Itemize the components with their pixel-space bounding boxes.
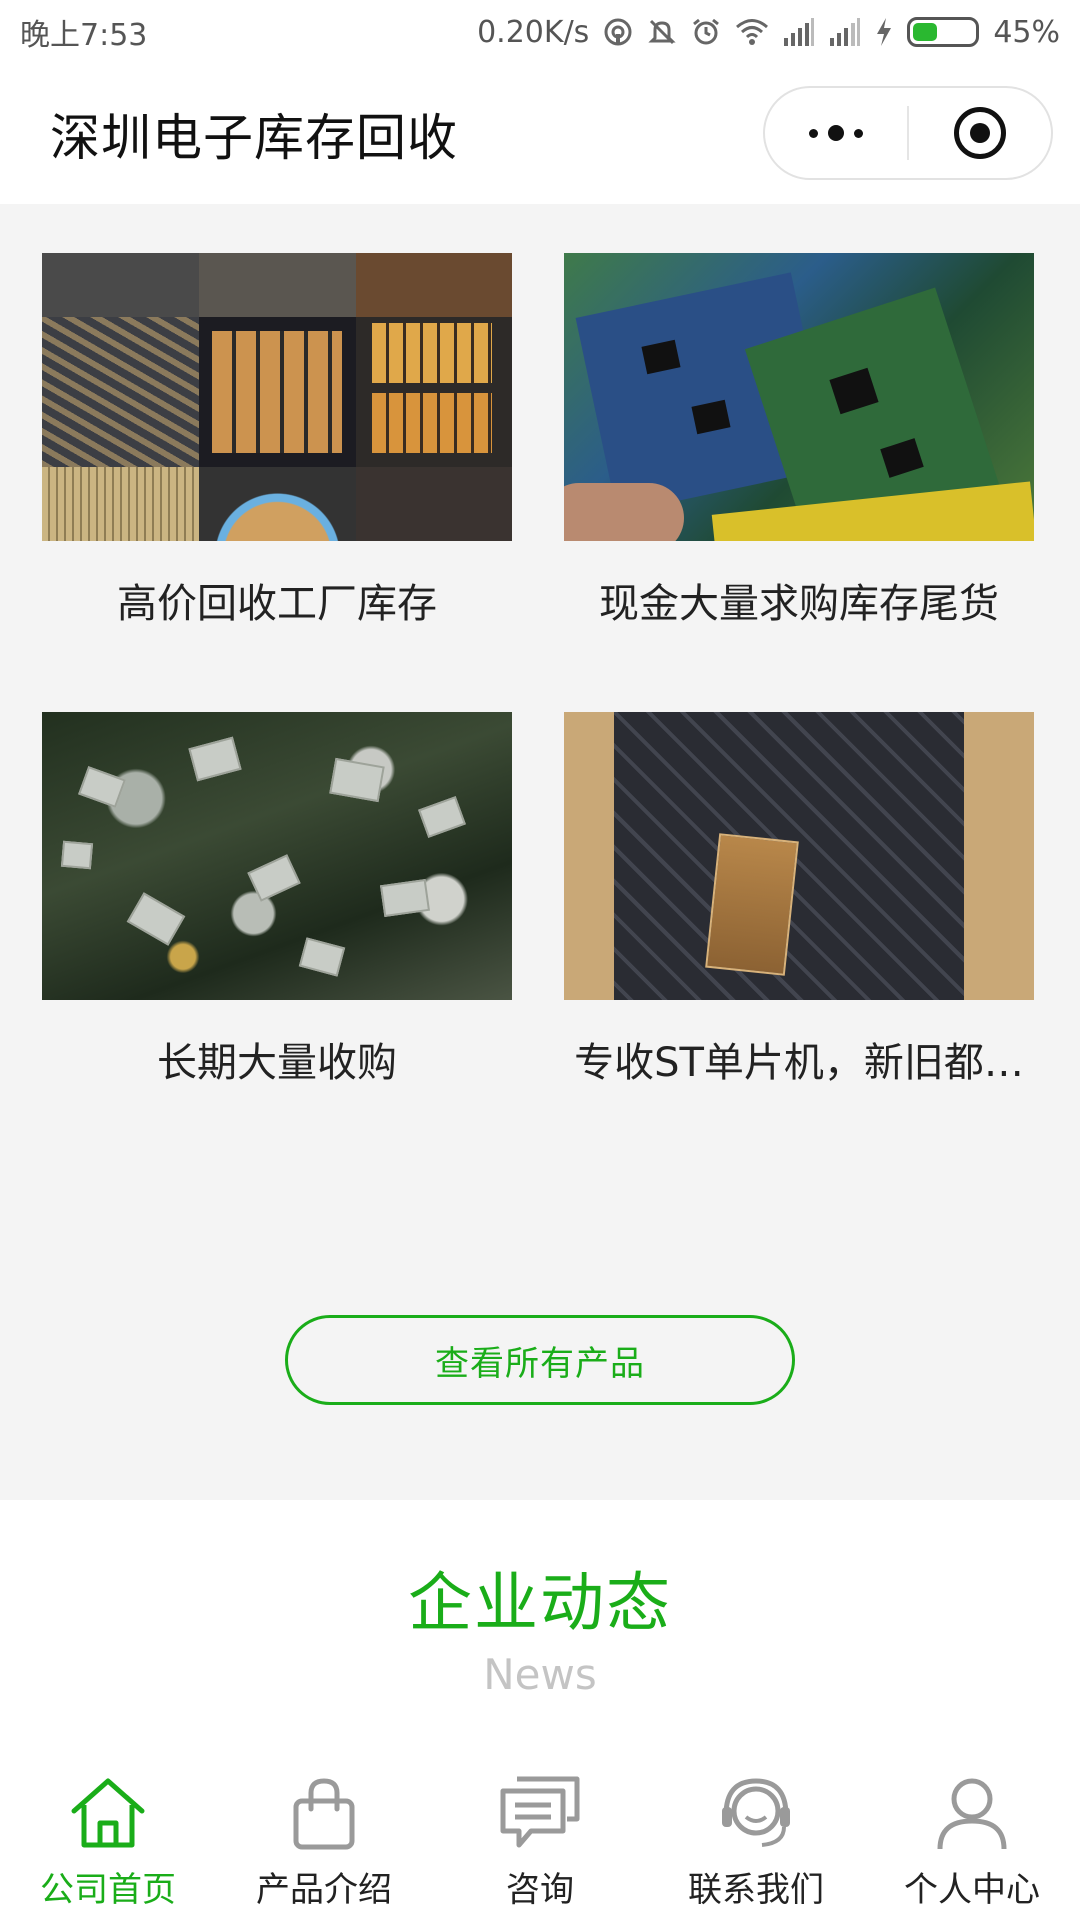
product-card[interactable]: 高价回收工厂库存 <box>42 253 512 629</box>
more-dots-icon <box>809 125 863 141</box>
status-indicators: 0.20K/s 45% <box>477 15 1060 50</box>
product-name: 现金大量求购库存尾货 <box>599 581 999 627</box>
product-name: 专收ST单片机，新旧都… <box>574 1040 1024 1086</box>
home-icon <box>65 1770 151 1856</box>
news-subtitle: News <box>483 1650 597 1699</box>
nav-bar: 深圳电子库存回收 <box>0 64 1080 204</box>
tab-products[interactable]: 产品介绍 <box>216 1740 432 1920</box>
tab-label: 公司首页 <box>40 1870 176 1910</box>
product-card[interactable]: 专收ST单片机，新旧都… <box>564 712 1034 1088</box>
tab-contact[interactable]: 联系我们 <box>648 1740 864 1920</box>
view-all-products-button[interactable]: 查看所有产品 <box>285 1315 795 1405</box>
product-image <box>564 712 1034 1000</box>
more-button[interactable] <box>765 88 907 178</box>
news-title: 企业动态 <box>408 1567 672 1641</box>
battery-level <box>913 23 937 41</box>
product-image <box>42 253 512 541</box>
page-title: 深圳电子库存回收 <box>50 109 458 167</box>
status-bar: 晚上7:53 0.20K/s 45% <box>0 0 1080 64</box>
net-speed: 0.20K/s <box>477 14 590 50</box>
user-icon <box>929 1770 1015 1856</box>
signal-icon <box>783 18 815 46</box>
target-icon <box>953 107 1006 159</box>
bag-icon <box>281 1770 367 1856</box>
news-section: 企业动态 News <box>0 1500 1080 1740</box>
product-name: 长期大量收购 <box>157 1040 397 1086</box>
mute-bell-icon <box>647 17 677 47</box>
tab-label: 个人中心 <box>904 1870 1040 1910</box>
product-section: 高价回收工厂库存 现金大量求购库存尾货 长期大量收购 专收ST单片机，新旧都… … <box>0 204 1080 1500</box>
product-card[interactable]: 现金大量求购库存尾货 <box>564 253 1034 629</box>
product-image <box>564 253 1034 541</box>
tab-home[interactable]: 公司首页 <box>0 1740 216 1920</box>
battery-percent: 45% <box>993 14 1060 50</box>
tab-consult[interactable]: 咨询 <box>432 1740 648 1920</box>
battery-icon <box>907 17 980 47</box>
product-image <box>42 712 512 1000</box>
signal-icon <box>829 18 861 46</box>
close-program-button[interactable] <box>909 88 1051 178</box>
tab-label: 咨询 <box>506 1870 574 1910</box>
status-time: 晚上7:53 <box>20 18 148 53</box>
tab-bar: 公司首页 产品介绍 咨询 联系我们 个人中心 <box>0 1740 1080 1920</box>
mini-program-capsule <box>763 86 1053 180</box>
headset-icon <box>713 1770 799 1856</box>
wifi-icon <box>735 17 769 47</box>
hotspot-icon <box>603 17 633 47</box>
product-card[interactable]: 长期大量收购 <box>42 712 512 1088</box>
chat-icon <box>497 1770 583 1856</box>
tab-profile[interactable]: 个人中心 <box>864 1740 1080 1920</box>
charging-icon <box>875 17 893 47</box>
tab-label: 联系我们 <box>688 1870 824 1910</box>
product-name: 高价回收工厂库存 <box>117 581 437 627</box>
alarm-icon <box>691 17 721 47</box>
tab-label: 产品介绍 <box>256 1870 392 1910</box>
